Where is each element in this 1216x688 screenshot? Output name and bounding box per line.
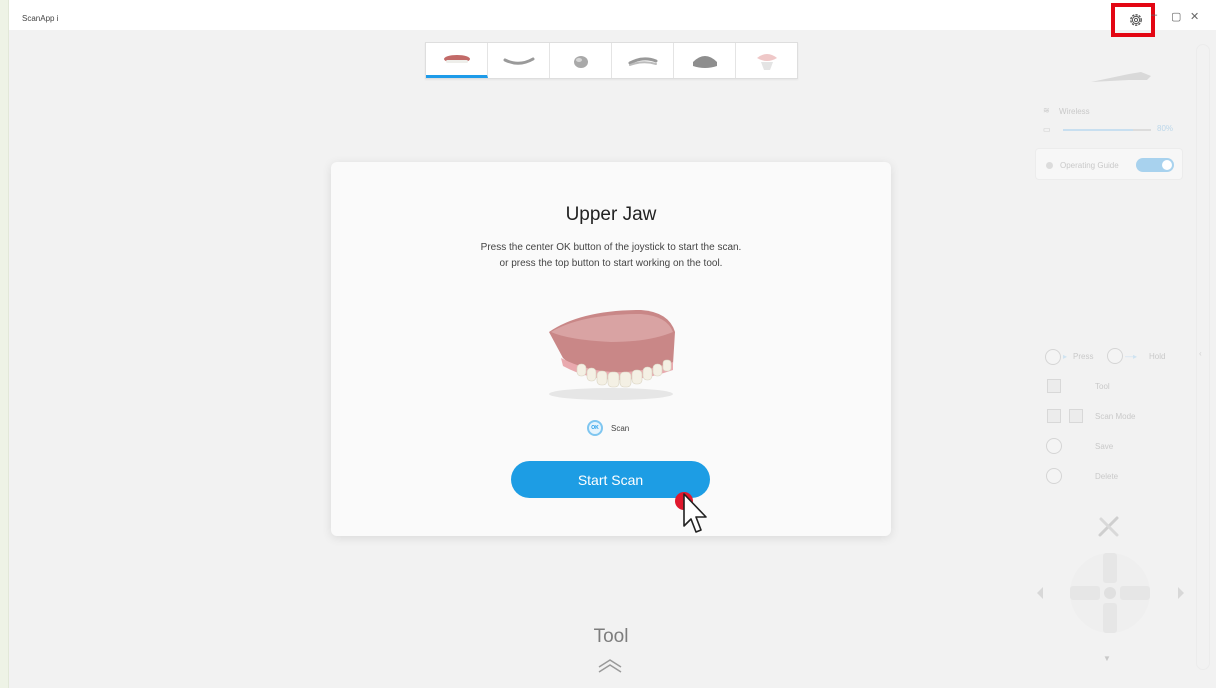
tab-lower-jaw[interactable] [488,43,550,78]
tool-button-icon [1047,379,1061,393]
joystick-down-arrow-icon: ▼ [1103,654,1111,663]
operating-guide-row: Operating Guide [1035,148,1183,180]
expand-up-chevron-icon[interactable] [597,657,623,675]
tools-icon [1098,516,1119,537]
tab-bite[interactable] [612,43,674,78]
card-description: Press the center OK button of the joysti… [331,240,891,272]
tool-guide-label: Tool [1095,382,1110,391]
title-bar [9,0,1216,30]
delete-ok-icon [1046,468,1062,484]
press-label: Press [1073,352,1094,361]
save-ok-icon [1046,438,1062,454]
battery-percent: 80% [1157,124,1174,133]
card-title: Upper Jaw [565,204,657,225]
bite-icon [628,56,657,66]
ok-button-icon: OK [587,420,603,436]
joystick-diagram-icon [1037,553,1184,633]
model-icon [756,53,777,70]
wifi-icon: ≋ [1043,106,1050,115]
minimize-button[interactable]: – [1151,9,1157,21]
operating-guide-label: Operating Guide [1060,161,1119,170]
upper-jaw-icon [443,55,470,63]
tool-drawer-label[interactable]: Tool [0,626,1216,648]
scan-prompt-card: Upper Jaw Press the center OK button of … [331,162,891,536]
close-button[interactable]: ✕ [1190,11,1199,23]
battery-bar [1063,129,1151,131]
operating-guide-toggle[interactable] [1136,158,1174,172]
scan-mode-guide-label: Scan Mode [1095,412,1136,421]
card-description-line-2: or press the top button to start working… [499,258,723,269]
tab-model[interactable] [736,43,797,78]
delete-guide-label: Delete [1095,472,1119,481]
collapse-chevron-icon: ‹ [1199,349,1202,358]
hold-arrow-icon: —▸ [1125,352,1138,361]
restore-button[interactable]: ▢ [1171,11,1181,23]
right-button-icon [1069,409,1083,423]
upper-jaw-illustration [549,310,675,400]
scan-hint: OK Scan [587,420,629,436]
scan-hint-label: Scan [611,423,630,433]
impression-icon [692,55,717,68]
lower-jaw-icon [503,57,534,65]
press-arrow-icon: ▸ [1063,352,1068,361]
window-left-edge [0,0,9,688]
mouse-pointer-icon [675,492,707,533]
guide-dot-icon [1046,162,1053,169]
hold-label: Hold [1149,352,1166,361]
scanner-device-icon [1091,72,1151,82]
app-title: ScanApp i [22,14,59,23]
card-description-line-1: Press the center OK button of the joysti… [480,242,742,253]
wireless-label: Wireless [1059,107,1090,116]
battery-icon: ▭ [1043,125,1051,134]
side-panel-collapse-handle[interactable]: ‹ [1196,44,1210,670]
scanner-side-panel: ≋ Wireless ▭ 80% Operating Guide ▸ Press… [1035,42,1185,682]
tab-upper-jaw[interactable] [426,43,488,78]
hold-circle-icon [1107,348,1123,364]
scan-mode-tabs [425,42,798,79]
tab-impression[interactable] [674,43,736,78]
save-guide-label: Save [1095,442,1114,451]
settings-gear-icon[interactable] [1128,12,1144,28]
press-circle-icon [1045,349,1061,365]
die-icon [573,55,588,68]
tab-die[interactable] [550,43,612,78]
left-button-icon [1047,409,1061,423]
